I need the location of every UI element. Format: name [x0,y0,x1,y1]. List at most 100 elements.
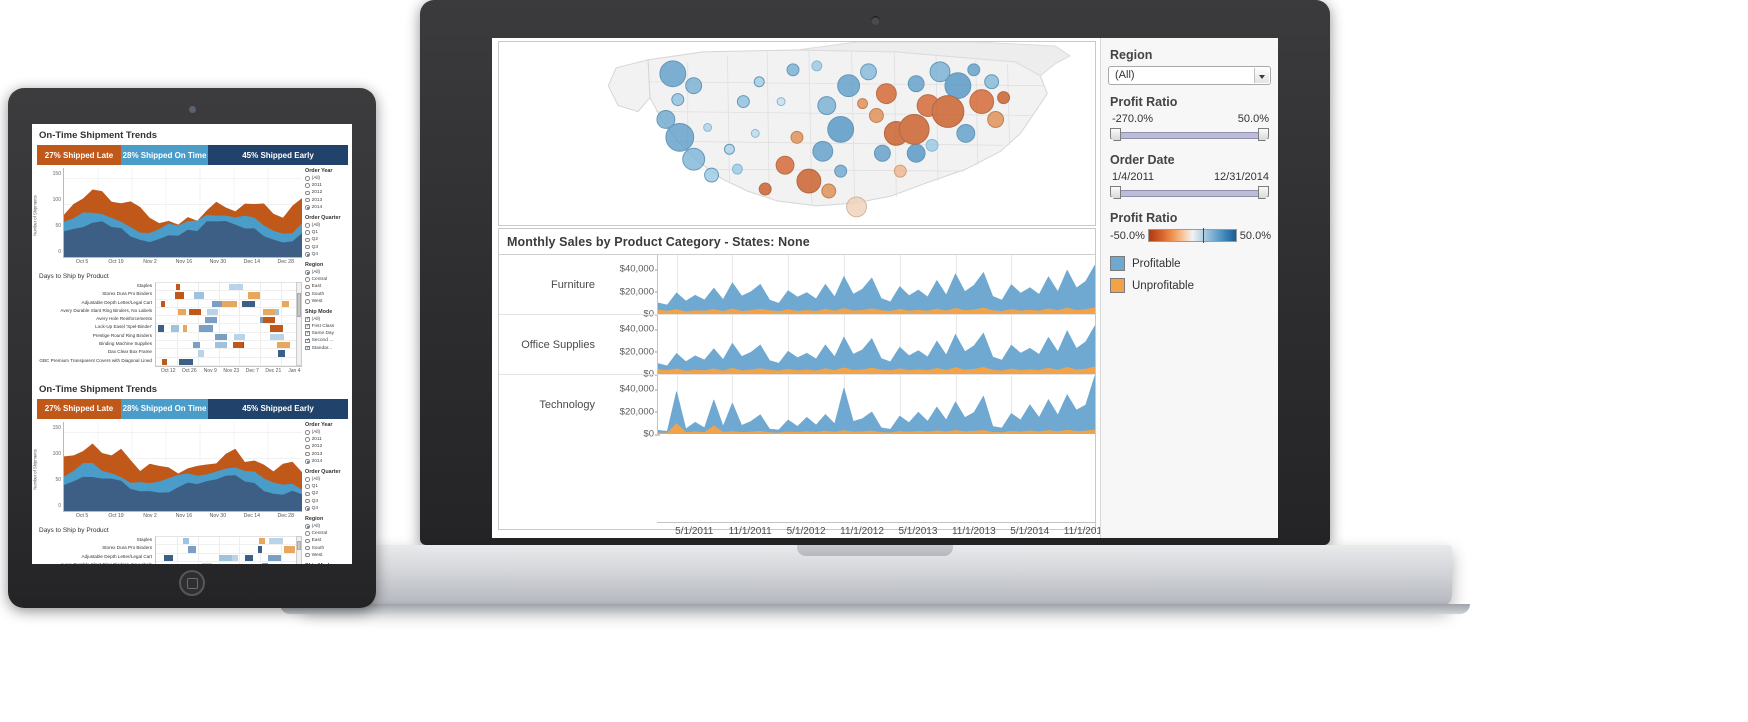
slider-handle-left[interactable] [1110,186,1121,199]
gantt-bar[interactable] [248,292,260,298]
gantt-bar[interactable] [234,334,246,340]
gantt-bar[interactable] [158,325,164,331]
gantt-row[interactable] [156,291,302,299]
gantt-row[interactable] [156,308,302,316]
kpi-segment-late[interactable]: 27% Shipped Late [37,399,121,419]
filter-option[interactable]: South [305,290,348,297]
gantt-bar[interactable] [199,325,213,331]
filter-option[interactable]: Q2 [305,490,348,497]
gantt-bar[interactable] [245,555,253,561]
gantt-bar[interactable] [282,301,289,307]
gantt-bar[interactable] [270,325,283,331]
filter-option[interactable]: (All) [305,476,348,483]
gantt-bar[interactable] [215,342,227,348]
filter-option[interactable]: (All) [305,429,348,436]
radio-button[interactable] [305,245,310,250]
gantt-bar[interactable] [205,317,217,323]
gantt-row[interactable] [156,554,302,562]
gantt-bar[interactable] [164,555,173,561]
gantt-bar[interactable] [229,284,243,290]
filter-option[interactable]: 2014 [305,204,348,211]
gantt-bar[interactable] [233,342,243,348]
gantt-bar[interactable] [162,359,167,365]
gantt-bar[interactable] [179,359,193,365]
kpi-segment-ontime[interactable]: 28% Shipped On Time [121,145,208,165]
radio-button[interactable] [305,270,310,275]
radio-button[interactable] [305,437,310,442]
radio-button[interactable] [305,285,310,290]
gantt-bar[interactable] [262,563,268,564]
chevron-down-icon[interactable] [1254,68,1269,83]
gantt-row[interactable] [156,333,302,341]
gantt-bar[interactable] [278,350,285,356]
days-to-ship-gantt[interactable]: StaplesStorex Dura Pro BindersAdjustable… [37,536,302,564]
gantt-row[interactable] [156,358,302,366]
radio-button[interactable] [305,506,310,511]
filter-option[interactable]: Q1 [305,229,348,236]
filter-option[interactable]: 2012 [305,443,348,450]
days-to-ship-gantt[interactable]: StaplesStorex Dura Pro BindersAdjustable… [37,282,302,366]
shipment-trend-chart[interactable]: Number of Shipments150100500 [37,422,302,512]
filter-option[interactable]: Central [305,530,348,537]
slider-handle-left[interactable] [1110,128,1121,141]
filter-option[interactable]: (All) [305,316,348,323]
checkbox[interactable] [305,339,310,344]
filter-option[interactable]: Q4 [305,251,348,258]
kpi-segment-early[interactable]: 45% Shipped Early [208,145,348,165]
checkbox[interactable] [305,331,310,336]
region-filter-select[interactable]: (All) [1108,66,1271,85]
filter-option[interactable]: Second ... [305,337,348,344]
gantt-bar[interactable] [263,309,274,315]
gantt-bar[interactable] [270,334,285,340]
gantt-row[interactable] [156,537,302,545]
gantt-bar[interactable] [171,325,179,331]
legend-item-profitable[interactable]: Profitable [1110,256,1271,271]
filter-option[interactable]: Q4 [305,505,348,512]
gantt-row[interactable] [156,324,302,332]
filter-option[interactable]: Standar... [305,345,348,352]
category-plot-area[interactable] [657,315,1095,374]
radio-button[interactable] [305,238,310,243]
radio-button[interactable] [305,539,310,544]
gantt-bar[interactable] [161,301,165,307]
category-plot-area[interactable] [657,255,1095,314]
gantt-bar[interactable] [222,301,237,307]
gantt-bar[interactable] [268,555,281,561]
gantt-bar[interactable] [284,546,295,552]
order-date-slider[interactable] [1110,186,1269,199]
gantt-bar[interactable] [277,342,290,348]
slider-handle-right[interactable] [1258,128,1269,141]
gantt-bar[interactable] [219,555,232,561]
filter-option[interactable]: 2012 [305,189,348,196]
gantt-bar[interactable] [202,563,212,564]
gantt-bar[interactable] [207,309,218,315]
gantt-bar[interactable] [212,301,222,307]
filter-option[interactable]: First Class [305,323,348,330]
filter-option[interactable]: West [305,552,348,559]
gantt-row[interactable] [156,300,302,308]
filter-option[interactable]: Central [305,276,348,283]
radio-button[interactable] [305,553,310,558]
gantt-bar[interactable] [269,538,283,544]
kpi-segment-early[interactable]: 45% Shipped Early [208,399,348,419]
gantt-bar[interactable] [178,309,186,315]
radio-button[interactable] [305,492,310,497]
gantt-bar[interactable] [189,309,201,315]
radio-button[interactable] [305,546,310,551]
radio-button[interactable] [305,430,310,435]
profit-ratio-slider[interactable] [1110,128,1269,141]
radio-button[interactable] [305,484,310,489]
gantt-bar[interactable] [194,292,204,298]
filter-option[interactable]: (All) [305,523,348,530]
radio-button[interactable] [305,183,310,188]
radio-button[interactable] [305,292,310,297]
gantt-bar[interactable] [258,546,262,552]
category-plot-area[interactable] [657,375,1095,434]
gantt-row[interactable] [156,349,302,357]
map-panel[interactable] [498,41,1096,226]
radio-button[interactable] [305,531,310,536]
slider-handle-right[interactable] [1258,186,1269,199]
gantt-row[interactable] [156,562,302,564]
filter-option[interactable]: 2013 [305,197,348,204]
gantt-scrollbar[interactable] [296,282,302,366]
